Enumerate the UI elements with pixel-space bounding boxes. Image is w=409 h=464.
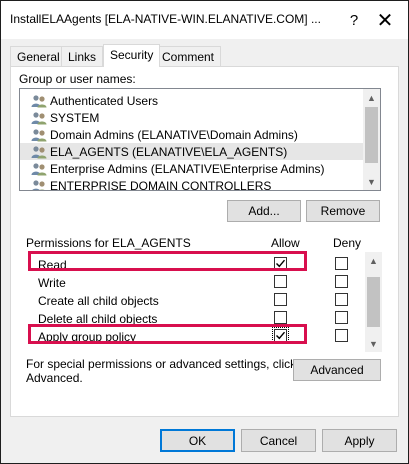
deny-read-checkbox[interactable]: [335, 257, 348, 270]
apply-button[interactable]: Apply: [322, 429, 397, 452]
list-item-label: ELA_AGENTS (ELANATIVE\ELA_AGENTS): [50, 144, 288, 159]
group-names-label: Group or user names:: [19, 72, 136, 86]
tab-security[interactable]: Security: [103, 44, 161, 67]
title-bar: InstallELAAgents [ELA-NATIVE-WIN.ELANATI…: [1, 1, 408, 39]
list-item-label: ENTERPRISE DOMAIN CONTROLLERS: [50, 178, 272, 191]
scroll-down-icon[interactable]: ▼: [363, 173, 380, 190]
deny-apply-group-policy-checkbox[interactable]: [335, 329, 348, 342]
group-user-list[interactable]: Authenticated Users SYSTEM Domain Admins…: [19, 88, 381, 191]
add-button[interactable]: Add...: [227, 200, 301, 222]
ok-button[interactable]: OK: [160, 429, 235, 452]
list-item[interactable]: Domain Admins (ELANATIVE\Domain Admins): [20, 126, 364, 143]
close-button[interactable]: ✕: [370, 5, 400, 35]
cancel-button[interactable]: Cancel: [241, 429, 316, 452]
tab-links[interactable]: Links: [61, 46, 104, 66]
allow-write-checkbox[interactable]: [274, 275, 287, 288]
deny-column-header: Deny: [333, 236, 362, 250]
deny-delete-child-checkbox[interactable]: [335, 311, 348, 324]
advanced-button[interactable]: Advanced: [293, 359, 381, 381]
permissions-scrollbar[interactable]: ▲ ▼: [365, 252, 382, 352]
list-item[interactable]: Authenticated Users: [20, 92, 364, 109]
allow-delete-child-checkbox[interactable]: [274, 311, 287, 324]
list-item-selected[interactable]: ELA_AGENTS (ELANATIVE\ELA_AGENTS): [20, 143, 364, 160]
list-item[interactable]: ENTERPRISE DOMAIN CONTROLLERS: [20, 177, 364, 191]
list-item-label: SYSTEM: [50, 110, 100, 125]
properties-dialog: InstallELAAgents [ELA-NATIVE-WIN.ELANATI…: [0, 0, 409, 464]
allow-column-header: Allow: [271, 236, 300, 250]
allow-create-child-checkbox[interactable]: [274, 293, 287, 306]
scroll-up-icon[interactable]: ▲: [363, 89, 380, 106]
advanced-hint-line2: Advanced.: [26, 371, 83, 385]
remove-button[interactable]: Remove: [306, 200, 380, 222]
deny-create-child-checkbox[interactable]: [335, 293, 348, 306]
users-group-icon: [31, 145, 47, 158]
deny-write-checkbox[interactable]: [335, 275, 348, 288]
users-group-icon: [31, 111, 47, 124]
window-title: InstallELAAgents [ELA-NATIVE-WIN.ELANATI…: [10, 12, 321, 26]
permission-write-label: Write: [38, 276, 66, 290]
users-group-icon: [31, 128, 47, 141]
list-scrollbar[interactable]: ▲ ▼: [363, 89, 380, 190]
scroll-up-icon[interactable]: ▲: [365, 252, 382, 269]
scroll-down-icon[interactable]: ▼: [365, 335, 382, 352]
list-item-label: Domain Admins (ELANATIVE\Domain Admins): [50, 127, 298, 142]
close-icon: ✕: [376, 9, 394, 32]
list-item-label: Enterprise Admins (ELANATIVE\Enterprise …: [50, 161, 325, 176]
permission-create-child-label: Create all child objects: [38, 294, 159, 308]
scroll-thumb[interactable]: [367, 277, 380, 327]
help-icon: ?: [349, 11, 359, 29]
list-item[interactable]: Enterprise Admins (ELANATIVE\Enterprise …: [20, 160, 364, 177]
read-highlight-box: [28, 251, 307, 271]
permissions-label: Permissions for ELA_AGENTS: [26, 236, 191, 250]
users-group-icon: [31, 94, 47, 107]
users-group-icon: [31, 162, 47, 175]
users-group-icon: [31, 179, 46, 190]
scroll-thumb[interactable]: [365, 107, 378, 163]
help-button[interactable]: ?: [339, 5, 369, 35]
list-item-label: Authenticated Users: [50, 93, 159, 108]
apply-group-policy-highlight-box: [28, 324, 307, 344]
advanced-hint-line1: For special permissions or advanced sett…: [26, 357, 297, 371]
tab-general[interactable]: General: [10, 46, 67, 66]
list-item[interactable]: SYSTEM: [20, 109, 364, 126]
tab-comment[interactable]: Comment: [155, 46, 222, 66]
